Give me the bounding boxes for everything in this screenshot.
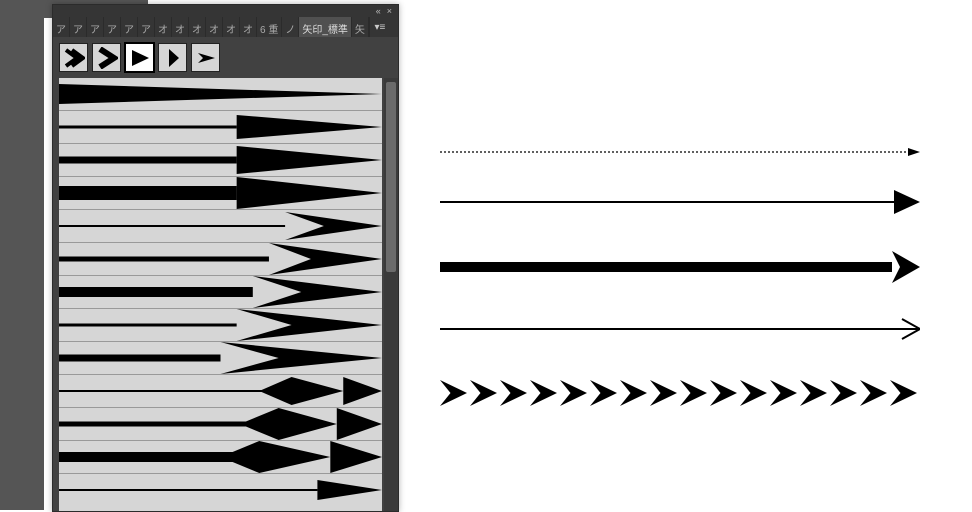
brush-list[interactable] (59, 78, 382, 511)
collapse-button[interactable]: « (376, 7, 381, 16)
tab-11[interactable]: オ (240, 17, 257, 37)
tab-2[interactable]: ア (87, 17, 104, 37)
canvas-arrow-chevrons (440, 378, 920, 408)
scroll-thumb[interactable] (386, 82, 396, 272)
brush-row-thin-line-solid-head[interactable] (59, 110, 382, 143)
tab-0[interactable]: ア (53, 17, 70, 37)
brush-row-thick-concave-head[interactable] (59, 440, 382, 473)
brush-row-thick-open-head[interactable] (59, 275, 382, 308)
brush-row-wedge-arrow[interactable] (59, 78, 382, 110)
tab-10[interactable]: オ (223, 17, 240, 37)
tab-5[interactable]: ア (138, 17, 155, 37)
panel-tabs: アアアアアアオオオオオオ6 重ノ矢印_標準矢▾≡ (53, 17, 398, 37)
brush-row-medium-open-head[interactable] (59, 242, 382, 275)
close-button[interactable]: × (387, 7, 392, 16)
flag-arrow-icon[interactable] (191, 43, 220, 72)
tab-7[interactable]: オ (172, 17, 189, 37)
brush-row-thin-open-head[interactable] (59, 209, 382, 242)
canvas-arrow-thin (440, 188, 920, 216)
brush-list-wrap (53, 78, 398, 511)
brush-row-thin-concave-head[interactable] (59, 374, 382, 407)
brush-row-medium-bold-open-head[interactable] (59, 341, 382, 374)
brush-row-thin-small-head[interactable] (59, 473, 382, 506)
narrow-triangle-arrow-icon[interactable] (158, 43, 187, 72)
tab-14[interactable]: 矢印_標準 (299, 17, 352, 37)
tab-15[interactable]: 矢 (352, 17, 369, 37)
canvas-arrow-open (440, 318, 920, 340)
panel-content (53, 78, 398, 511)
tab-6[interactable]: オ (155, 17, 172, 37)
panel-titlebar: « × (53, 5, 398, 17)
panel-menu-button[interactable]: ▾≡ (369, 17, 390, 37)
scrollbar[interactable] (384, 78, 398, 511)
tab-13[interactable]: ノ (282, 17, 299, 37)
brushes-panel: « × アアアアアアオオオオオオ6 重ノ矢印_標準矢▾≡ (52, 4, 399, 512)
tab-9[interactable]: オ (206, 17, 223, 37)
tab-3[interactable]: ア (104, 17, 121, 37)
chevron-thick-arrow-icon[interactable] (92, 43, 121, 72)
solid-triangle-arrow-icon[interactable] (125, 43, 154, 72)
tab-12[interactable]: 6 重 (257, 17, 282, 37)
brush-row-medium-line-solid-head[interactable] (59, 143, 382, 176)
brush-row-thin-bold-open-head[interactable] (59, 308, 382, 341)
tab-4[interactable]: ア (121, 17, 138, 37)
tab-8[interactable]: オ (189, 17, 206, 37)
app-sidebar (0, 0, 44, 510)
canvas-arrow-thick (440, 250, 920, 284)
brush-row-thick-line-solid-head[interactable] (59, 176, 382, 209)
chevron-arrow-icon[interactable] (59, 43, 88, 72)
canvas-arrow-dotted (440, 146, 920, 158)
tab-1[interactable]: ア (70, 17, 87, 37)
brush-row-medium-concave-head[interactable] (59, 407, 382, 440)
brush-type-thumbnails (53, 37, 398, 78)
